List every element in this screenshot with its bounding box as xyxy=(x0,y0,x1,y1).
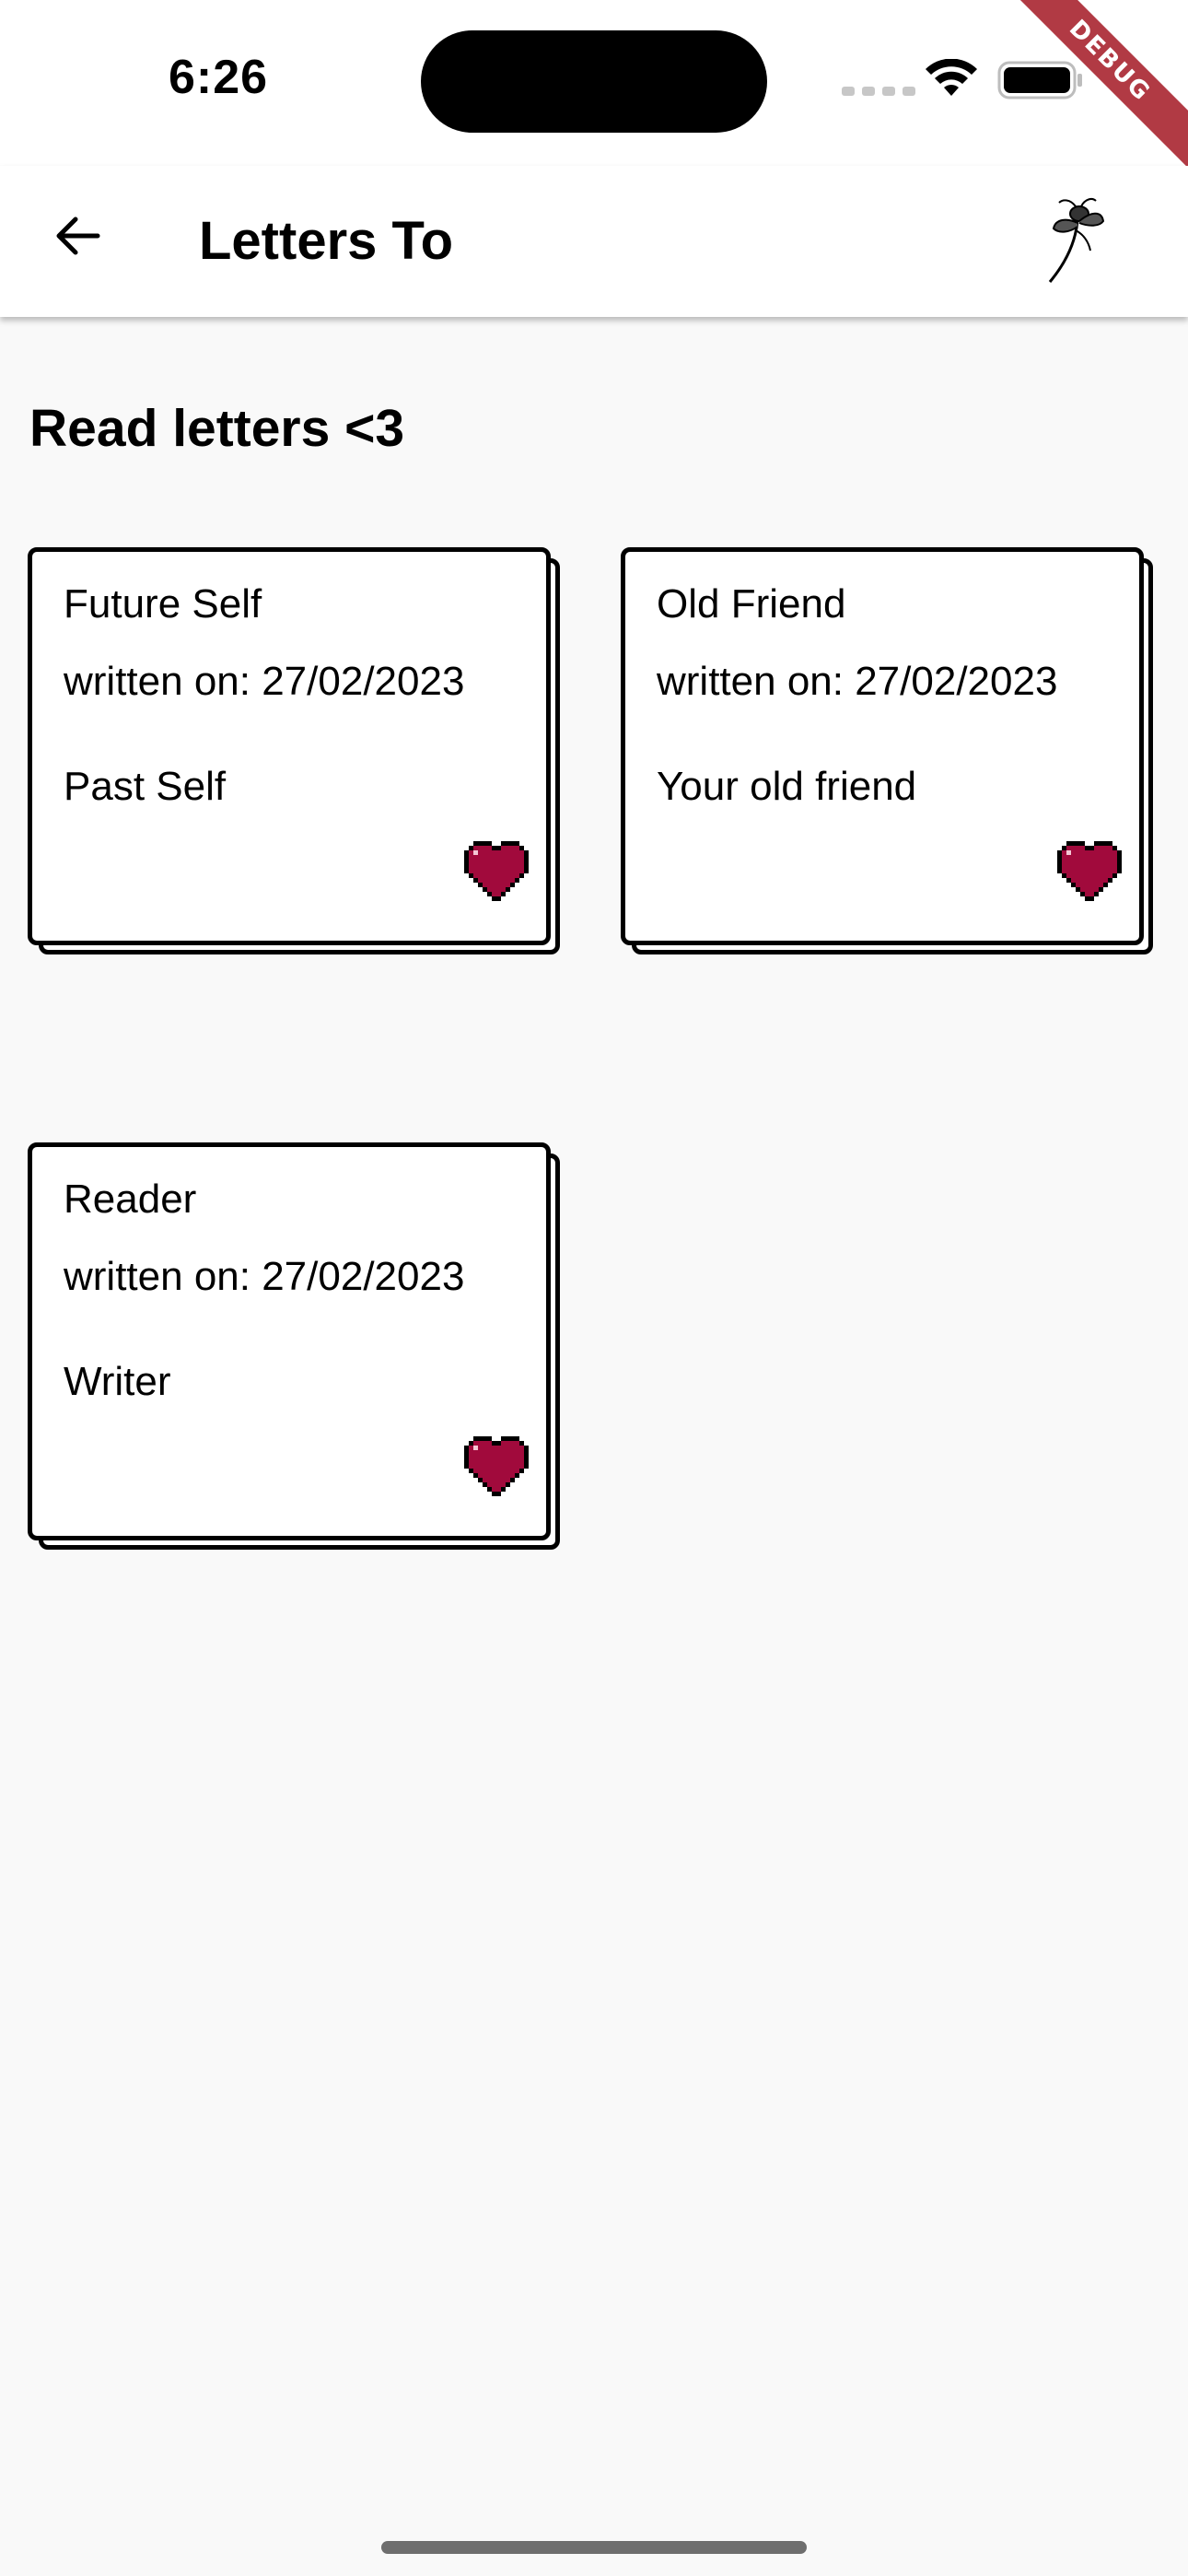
card-front-sheet: Old Friend written on: 27/02/2023 Your o… xyxy=(621,547,1144,945)
pixel-heart-icon xyxy=(464,1436,529,1496)
status-bar: 6:26 DEBUG xyxy=(0,0,1188,170)
pixel-heart-icon xyxy=(464,841,529,901)
card-front-sheet: Future Self written on: 27/02/2023 Past … xyxy=(28,547,551,945)
letter-recipient: Old Friend xyxy=(657,581,846,626)
cellular-signal-icon xyxy=(842,87,915,96)
letter-card[interactable]: Future Self written on: 27/02/2023 Past … xyxy=(28,547,565,960)
arrow-left-icon xyxy=(56,217,100,255)
dragonfly-icon[interactable] xyxy=(1042,193,1107,286)
letter-date: written on: 27/02/2023 xyxy=(657,659,1058,704)
page-title: Letters To xyxy=(199,211,454,271)
letter-sender: Your old friend xyxy=(657,764,917,809)
dynamic-island xyxy=(421,30,767,133)
card-front-sheet: Reader written on: 27/02/2023 Writer xyxy=(28,1142,551,1540)
home-indicator[interactable] xyxy=(381,2541,807,2554)
app-bar: Letters To xyxy=(0,166,1188,317)
letter-sender: Writer xyxy=(64,1359,171,1404)
letter-date: written on: 27/02/2023 xyxy=(64,659,465,704)
letter-card[interactable]: Reader written on: 27/02/2023 Writer xyxy=(28,1142,565,1555)
letter-sender: Past Self xyxy=(64,764,227,809)
wifi-icon xyxy=(926,59,977,96)
letter-date: written on: 27/02/2023 xyxy=(64,1254,465,1299)
battery-icon xyxy=(997,61,1082,100)
back-button[interactable] xyxy=(41,199,114,273)
letter-card[interactable]: Old Friend written on: 27/02/2023 Your o… xyxy=(621,547,1159,960)
letter-recipient: Reader xyxy=(64,1177,197,1222)
pixel-heart-icon xyxy=(1057,841,1122,901)
section-heading: Read letters <3 xyxy=(29,399,405,458)
letter-recipient: Future Self xyxy=(64,581,262,626)
status-time: 6:26 xyxy=(169,51,269,104)
